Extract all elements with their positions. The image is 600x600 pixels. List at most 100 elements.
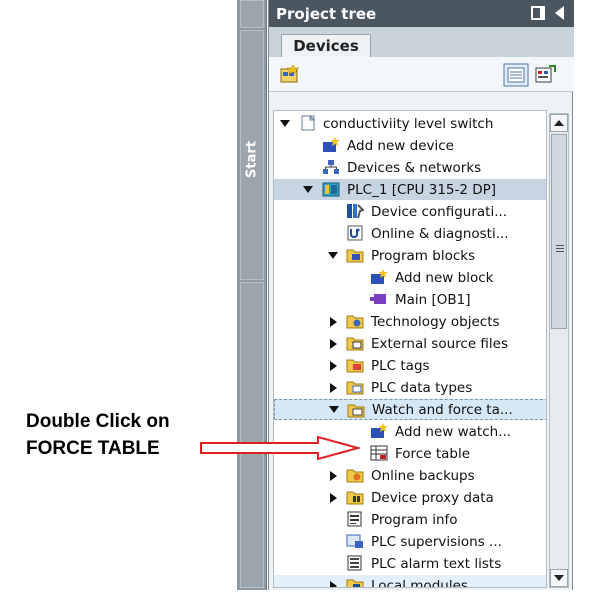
tree-item-label: Online & diagnosti... <box>371 225 509 242</box>
folder-icon <box>346 315 364 329</box>
folder-icon <box>346 359 364 373</box>
expand-arrow-icon[interactable] <box>330 493 337 503</box>
tree-item-plc-1[interactable]: PLC_1 [CPU 315-2 DP] <box>274 179 546 200</box>
collapse-arrow-icon[interactable] <box>328 252 338 259</box>
tree-item-label: PLC tags <box>371 357 430 374</box>
instruction-annotation: Double Click on FORCE TABLE <box>26 408 170 462</box>
tree-item-label: Add new watch... <box>395 423 512 440</box>
strip-segment <box>240 0 264 28</box>
project-icon <box>301 115 316 131</box>
tree-item-label: External source files <box>371 335 509 352</box>
chevron-up-icon <box>554 120 564 126</box>
scroll-thumb[interactable] <box>551 134 567 329</box>
tree-item-add-new-block[interactable]: Add new block <box>274 267 546 288</box>
grip-icon <box>556 245 564 246</box>
force-table-icon <box>370 445 388 461</box>
tree-item-device-proxy-data[interactable]: Device proxy data <box>274 487 546 508</box>
supervision-icon <box>346 534 363 548</box>
detail-view-icon[interactable] <box>503 63 529 87</box>
chevron-down-icon <box>554 575 564 581</box>
plc-icon <box>322 182 340 197</box>
tab-devices[interactable]: Devices <box>281 34 371 57</box>
start-strip[interactable]: Start <box>237 0 267 590</box>
tree-item-label: Force table <box>395 445 471 462</box>
tree-item-online-diagnostics[interactable]: Online & diagnosti... <box>274 223 546 244</box>
tree-item-label: PLC data types <box>371 379 473 396</box>
panel-header: Project tree <box>269 0 574 27</box>
tree-item-plc-tags[interactable]: PLC tags <box>274 355 546 376</box>
tree-item-local-modules[interactable]: Local modules <box>274 575 546 588</box>
start-label[interactable]: Start <box>243 130 261 190</box>
panel-title: Project tree <box>276 4 377 23</box>
folder-icon <box>346 381 364 395</box>
tree-item-project[interactable]: conductiviity level switch <box>274 113 546 134</box>
tree-item-program-info[interactable]: Program info <box>274 509 546 530</box>
tree-item-devices-networks[interactable]: Devices & networks <box>274 157 546 178</box>
tree-item-label: PLC supervisions ... <box>371 533 502 550</box>
folder-icon <box>346 491 364 505</box>
tree-item-program-blocks[interactable]: Program blocks <box>274 245 546 266</box>
tree-item-label: Main [OB1] <box>395 291 471 308</box>
tree-item-label: Device configurati... <box>371 203 508 220</box>
tree-item-add-new-device[interactable]: Add new device <box>274 135 546 156</box>
tree-item-technology-objects[interactable]: Technology objects <box>274 311 546 332</box>
tree-item-label: Device proxy data <box>371 489 494 506</box>
folder-icon <box>346 337 364 351</box>
tree-item-label: PLC alarm text lists <box>371 555 502 572</box>
annotation-line-1: Double Click on <box>26 411 170 432</box>
expand-arrow-icon[interactable] <box>330 317 337 327</box>
tree-item-label: conductiviity level switch <box>323 115 494 132</box>
scroll-down-button[interactable] <box>550 569 568 587</box>
tree-item-main-ob1[interactable]: Main [OB1] <box>274 289 546 310</box>
tree-item-external-source-files[interactable]: External source files <box>274 333 546 354</box>
tree-item-plc-data-types[interactable]: PLC data types <box>274 377 546 398</box>
add-watch-icon <box>371 423 388 438</box>
folder-icon <box>346 249 364 263</box>
collapse-arrow-icon[interactable] <box>303 186 313 193</box>
project-tree-panel: Project tree Devices conductiviity level… <box>268 0 574 590</box>
expand-arrow-icon[interactable] <box>330 471 337 481</box>
tree-item-label: Local modules <box>371 577 468 588</box>
ob-block-icon <box>370 294 386 304</box>
tree-item-label: Program blocks <box>371 247 476 264</box>
tree-toolbar <box>269 57 574 92</box>
tree-item-plc-alarm-text-lists[interactable]: PLC alarm text lists <box>274 553 546 574</box>
tab-bar: Devices <box>269 27 574 57</box>
expand-arrow-icon[interactable] <box>330 361 337 371</box>
device-config-icon <box>347 204 364 219</box>
tree-item-label: Devices & networks <box>347 159 482 176</box>
add-block-icon <box>371 269 388 284</box>
expand-arrow-icon[interactable] <box>330 383 337 393</box>
collapse-arrow-icon[interactable] <box>329 406 339 413</box>
add-device-icon <box>323 137 340 152</box>
folder-icon <box>346 469 364 483</box>
pin-icon[interactable] <box>531 6 545 20</box>
overview-icon[interactable] <box>535 64 557 84</box>
folder-icon <box>347 404 365 418</box>
program-info-icon <box>347 511 362 527</box>
annotation-line-2: FORCE TABLE <box>26 438 160 459</box>
network-icon <box>323 160 339 174</box>
tree-item-online-backups[interactable]: Online backups <box>274 465 546 486</box>
new-group-icon[interactable] <box>279 65 301 85</box>
folder-icon <box>346 579 364 587</box>
expand-arrow-icon[interactable] <box>330 581 337 587</box>
tree-item-device-configuration[interactable]: Device configurati... <box>274 201 546 222</box>
diagnostics-icon <box>347 225 363 241</box>
tree-item-label: Program info <box>371 511 458 528</box>
tree-item-label: Add new device <box>347 137 454 154</box>
tree-item-plc-supervisions[interactable]: PLC supervisions ... <box>274 531 546 552</box>
tree-item-label: Technology objects <box>371 313 500 330</box>
scroll-up-button[interactable] <box>550 114 568 132</box>
tree-item-watch-force-tables[interactable]: Watch and force ta... <box>274 399 546 420</box>
tree-item-label: Online backups <box>371 467 475 484</box>
alarm-list-icon <box>347 555 362 571</box>
collapse-arrow-icon[interactable] <box>280 120 290 127</box>
vertical-scrollbar[interactable] <box>549 113 569 588</box>
pointer-arrow-icon <box>200 435 360 461</box>
project-tree: conductiviity level switch Add new devic… <box>273 110 547 588</box>
tree-item-label: Add new block <box>395 269 494 286</box>
expand-arrow-icon[interactable] <box>330 339 337 349</box>
collapse-left-icon[interactable] <box>555 6 564 20</box>
tree-item-label: PLC_1 [CPU 315-2 DP] <box>347 181 497 198</box>
